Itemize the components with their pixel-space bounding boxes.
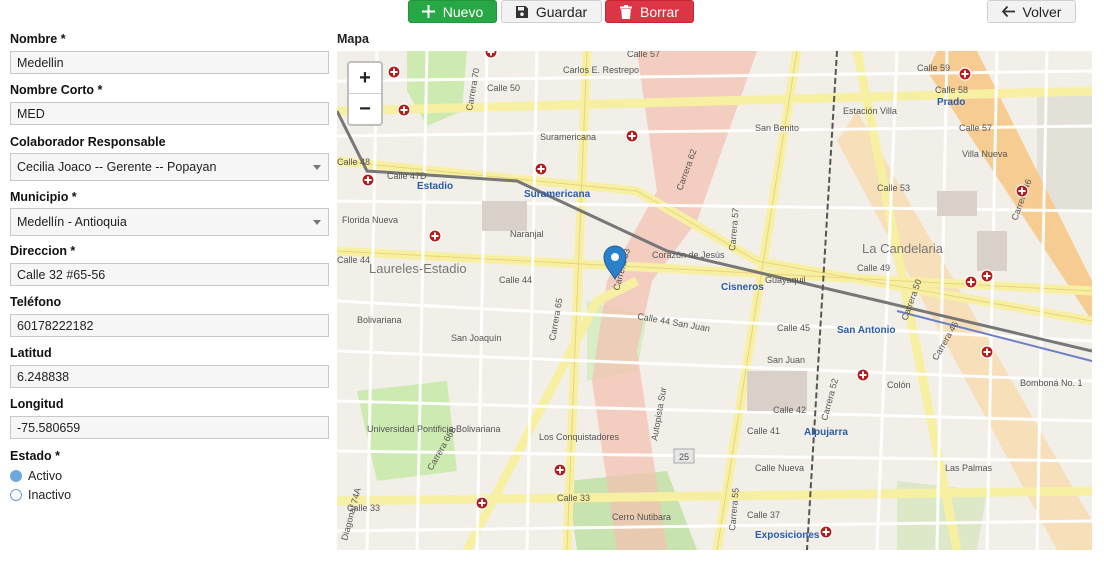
- map-street-label: Calle 47D: [387, 171, 427, 181]
- map-place-label: Suramericana: [540, 132, 596, 142]
- map-station-label: San Antonio: [837, 325, 896, 336]
- plus-icon: [421, 5, 435, 18]
- zoom-in-button[interactable]: +: [349, 63, 381, 93]
- map-street-label: Calle 42: [773, 405, 806, 415]
- longitud-label: Longitud: [10, 397, 64, 411]
- map-place-label: Bomboná No. 1: [1020, 378, 1083, 388]
- map-place-label: Colón: [887, 380, 911, 390]
- radio-checked-icon: [10, 470, 22, 482]
- nombre-corto-label: Nombre Corto *: [10, 83, 103, 97]
- map-place-label: Naranjal: [510, 229, 544, 239]
- map-street-label: Calle 45: [777, 323, 810, 333]
- map-station-label: Alpujarra: [804, 427, 848, 438]
- map-place-label: Carlos E. Restrepo: [563, 65, 639, 75]
- direccion-label: Direccion *: [10, 244, 76, 258]
- radio-unchecked-icon: [10, 489, 22, 501]
- map-street-label: Calle 49: [857, 263, 890, 273]
- map-street-label: Calle 33: [557, 493, 590, 503]
- trash-icon: [620, 4, 633, 19]
- map-place-label: San Benito: [755, 123, 799, 133]
- latitud-input[interactable]: 6.248838: [10, 365, 329, 388]
- mapa-label: Mapa: [337, 32, 369, 46]
- telefono-label: Teléfono: [10, 295, 62, 309]
- map-place-label: Laureles-Estadio: [369, 261, 467, 276]
- map-place-label: Las Palmas: [945, 463, 993, 473]
- guardar-button[interactable]: Guardar: [501, 0, 602, 23]
- telefono-input[interactable]: 60178222182: [10, 314, 329, 337]
- save-icon: [515, 5, 528, 18]
- chevron-down-icon: [313, 220, 321, 225]
- chevron-down-icon: [313, 165, 321, 170]
- map-station-label: Prado: [937, 97, 965, 108]
- borrar-button[interactable]: Borrar: [605, 0, 694, 23]
- map-street-label: Calle 57: [627, 51, 660, 59]
- map-place-label: La Candelaria: [862, 241, 944, 256]
- map-street-label: Calle 37: [747, 510, 780, 520]
- estado-radio-inactivo[interactable]: Inactivo: [10, 488, 71, 502]
- borrar-label: Borrar: [640, 3, 679, 20]
- map-station-label: Suramericana: [524, 189, 591, 200]
- toolbar: Nuevo Guardar Borrar Volver: [0, 0, 1104, 24]
- colaborador-value: Cecilia Joaco -- Gerente -- Popayan: [17, 160, 217, 174]
- latitud-label: Latitud: [10, 346, 52, 360]
- map-tiles: Laureles-Estadio La Candelaria Carlos E.…: [337, 51, 1092, 550]
- map-place-label: Florida Nueva: [342, 215, 398, 225]
- nuevo-button[interactable]: Nuevo: [408, 0, 497, 23]
- municipio-label: Municipio *: [10, 190, 77, 204]
- guardar-label: Guardar: [535, 3, 588, 20]
- map-view[interactable]: Laureles-Estadio La Candelaria Carlos E.…: [337, 51, 1092, 550]
- map-street-label: San Juan: [767, 355, 805, 365]
- map-street-label: Calle 53: [877, 183, 910, 193]
- map-street-label: Calle 57: [959, 123, 992, 133]
- arrow-left-icon: [1001, 6, 1015, 17]
- map-street-label: Calle 41: [747, 426, 780, 436]
- map-street-label: Calle 58: [935, 85, 968, 95]
- map-place-label: Guayaquil: [765, 275, 806, 285]
- estado-label: Estado *: [10, 449, 61, 463]
- map-street-label: Calle 48: [337, 157, 370, 167]
- map-place-label: Universidad Pontificia Bolivariana: [367, 424, 501, 434]
- map-place-label: Bolivariana: [357, 315, 402, 325]
- map-place-label: Calle Nueva: [755, 463, 804, 473]
- map-place-label: Corazón de Jesús: [652, 250, 725, 260]
- nuevo-label: Nuevo: [442, 3, 484, 20]
- map-place-label: San Joaquín: [451, 333, 502, 343]
- map-station-label: Exposiciones: [755, 530, 820, 541]
- municipio-value: Medellín - Antioquia: [17, 215, 127, 229]
- route-number: 25: [679, 452, 689, 462]
- map-place-label: Cerro Nutibara: [612, 512, 671, 522]
- map-street-label: Calle 44: [499, 275, 532, 285]
- direccion-input[interactable]: Calle 32 #65-56: [10, 263, 329, 286]
- nombre-input[interactable]: Medellin: [10, 51, 329, 74]
- volver-label: Volver: [1022, 3, 1062, 20]
- municipio-select[interactable]: Medellín - Antioquia: [10, 208, 329, 236]
- map-station-label: Cisneros: [721, 282, 764, 293]
- estado-option-label: Inactivo: [28, 488, 72, 502]
- nombre-corto-input[interactable]: MED: [10, 102, 329, 125]
- longitud-input[interactable]: -75.580659: [10, 416, 329, 439]
- estado-radio-activo[interactable]: Activo: [10, 469, 62, 483]
- zoom-out-button[interactable]: −: [349, 93, 381, 124]
- estado-option-label: Activo: [28, 469, 63, 483]
- zoom-control: + −: [347, 61, 383, 126]
- map-street-label: Calle 50: [487, 83, 520, 93]
- nombre-label: Nombre *: [10, 32, 66, 46]
- colaborador-label: Colaborador Responsable: [10, 135, 166, 149]
- map-place-label: Villa Nueva: [962, 149, 1007, 159]
- map-street-label: Calle 59: [917, 63, 950, 73]
- volver-button[interactable]: Volver: [987, 0, 1076, 23]
- map-street-label: Calle 44: [337, 255, 370, 265]
- colaborador-select[interactable]: Cecilia Joaco -- Gerente -- Popayan: [10, 153, 329, 181]
- map-station-label: Estadio: [417, 181, 453, 192]
- map-place-label: Los Conquistadores: [539, 432, 620, 442]
- map-place-label: Estación Villa: [843, 106, 897, 116]
